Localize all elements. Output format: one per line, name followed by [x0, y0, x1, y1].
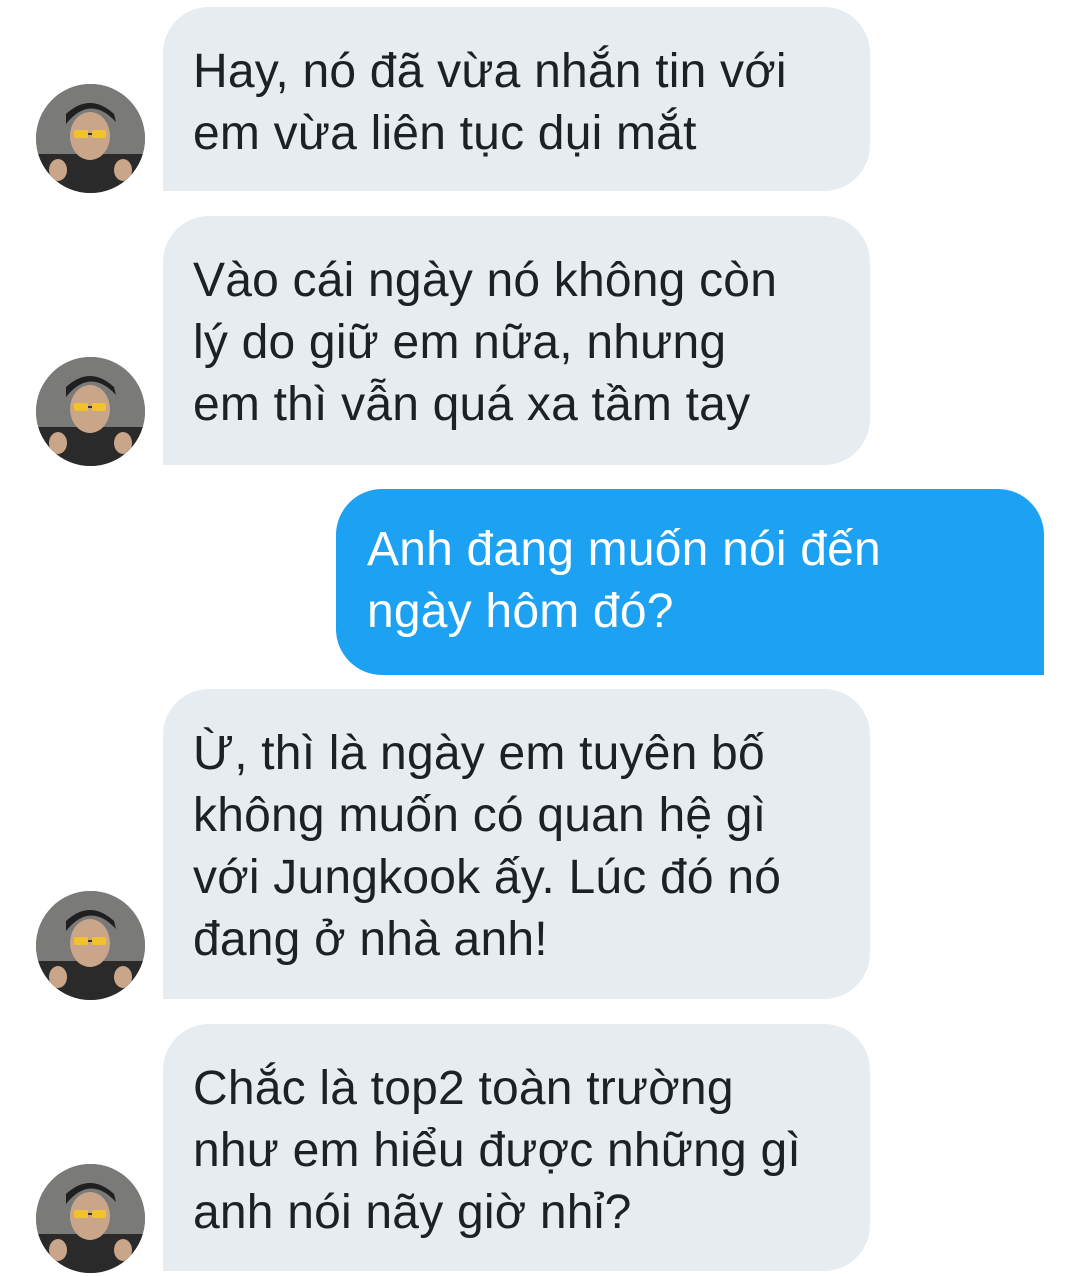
- sender-avatar[interactable]: [36, 1164, 145, 1273]
- avatar-icon: [36, 891, 145, 1000]
- incoming-message-bubble[interactable]: Vào cái ngày nó không còn lý do giữ em n…: [163, 216, 870, 465]
- avatar-icon: [36, 84, 145, 193]
- avatar-icon: [36, 1164, 145, 1273]
- message-thread: Hay, nó đã vừa nhắn tin với em vừa liên …: [0, 0, 1080, 1276]
- sender-avatar[interactable]: [36, 84, 145, 193]
- incoming-message-bubble[interactable]: Hay, nó đã vừa nhắn tin với em vừa liên …: [163, 7, 870, 191]
- incoming-message-bubble[interactable]: Ừ, thì là ngày em tuyên bố không muốn có…: [163, 689, 870, 999]
- outgoing-message-bubble[interactable]: Anh đang muốn nói đến ngày hôm đó?: [336, 489, 1044, 675]
- sender-avatar[interactable]: [36, 357, 145, 466]
- sender-avatar[interactable]: [36, 891, 145, 1000]
- incoming-message-bubble[interactable]: Chắc là top2 toàn trường như em hiểu đượ…: [163, 1024, 870, 1271]
- avatar-icon: [36, 357, 145, 466]
